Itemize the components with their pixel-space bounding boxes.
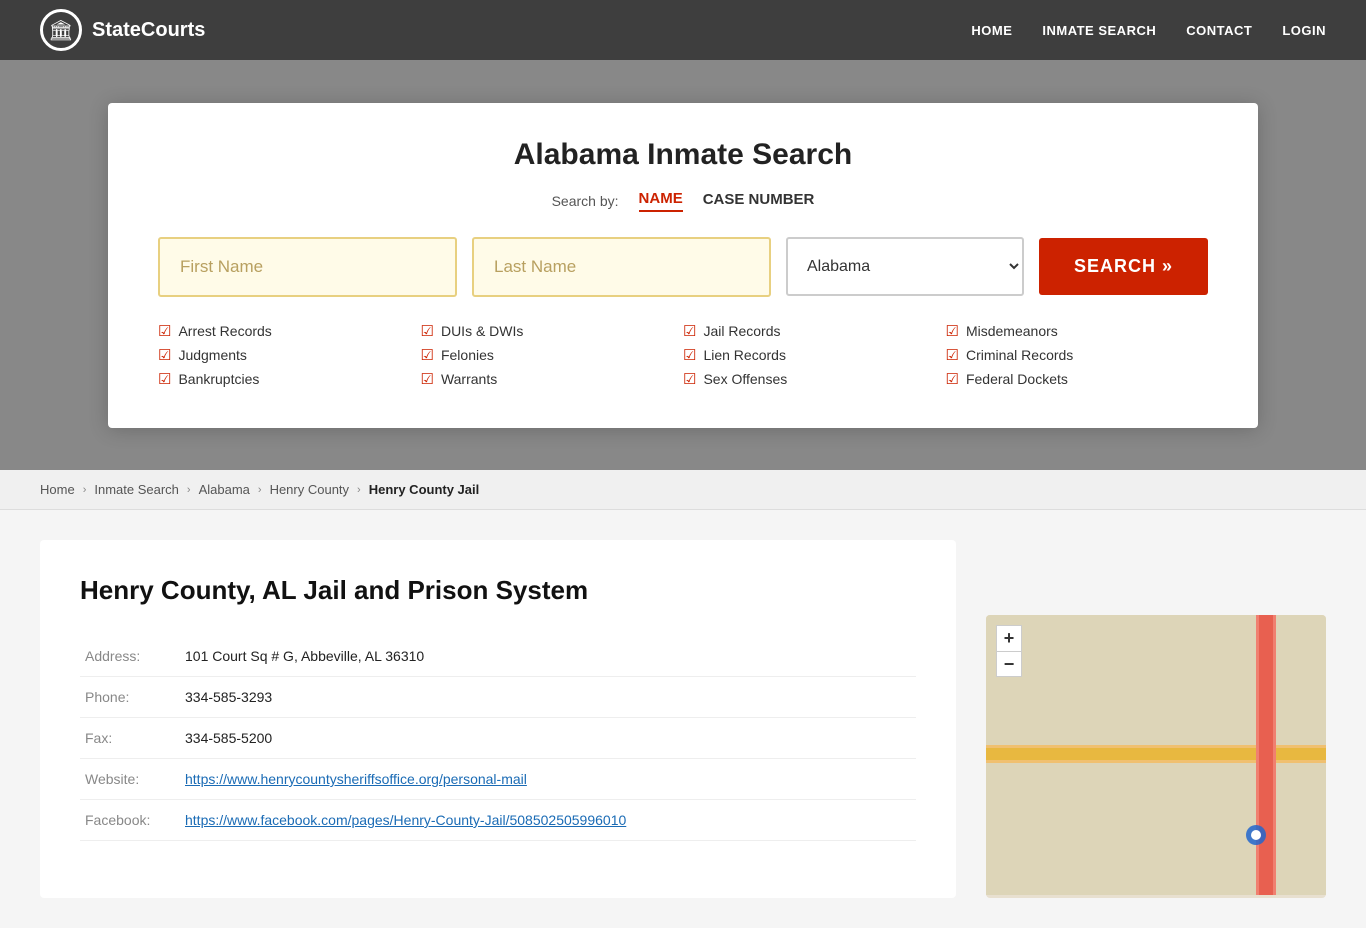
website-link[interactable]: https://www.henrycountysheriffsoffice.or… — [185, 771, 527, 787]
fax-value: 334-585-5200 — [180, 718, 916, 759]
breadcrumb-inmate-search[interactable]: Inmate Search — [94, 482, 179, 497]
nav-contact[interactable]: CONTACT — [1186, 23, 1252, 38]
feature-sex-offenses: ☑ Sex Offenses — [683, 370, 946, 388]
breadcrumb-home[interactable]: Home — [40, 482, 75, 497]
feature-label: Bankruptcies — [178, 371, 259, 387]
map-zoom-out[interactable]: − — [996, 651, 1022, 677]
feature-label: Arrest Records — [178, 323, 271, 339]
logo-text: StateCourts — [92, 19, 205, 42]
feature-arrest-records: ☑ Arrest Records — [158, 322, 421, 340]
nav-login[interactable]: LOGIN — [1282, 23, 1326, 38]
tab-name[interactable]: NAME — [639, 190, 683, 212]
feature-felonies: ☑ Felonies — [421, 346, 684, 364]
fax-row: Fax: 334-585-5200 — [80, 718, 916, 759]
feature-label: Sex Offenses — [703, 371, 787, 387]
breadcrumb-sep: › — [357, 484, 361, 496]
check-icon: ☑ — [946, 346, 959, 364]
check-icon: ☑ — [683, 346, 696, 364]
feature-duis: ☑ DUIs & DWIs — [421, 322, 684, 340]
check-icon: ☑ — [158, 346, 171, 364]
feature-bankruptcies: ☑ Bankruptcies — [158, 370, 421, 388]
check-icon: ☑ — [683, 322, 696, 340]
address-label: Address: — [80, 636, 180, 677]
logo-icon: 🏛 — [40, 9, 82, 51]
facility-title: Henry County, AL Jail and Prison System — [80, 575, 916, 606]
facebook-row: Facebook: https://www.facebook.com/pages… — [80, 800, 916, 841]
check-icon: ☑ — [421, 370, 434, 388]
nav-home[interactable]: HOME — [971, 23, 1012, 38]
hero-section: COURTHOUSE Alabama Inmate Search Search … — [0, 60, 1366, 470]
feature-label: Jail Records — [703, 323, 780, 339]
fax-label: Fax: — [80, 718, 180, 759]
logo[interactable]: 🏛 StateCourts — [40, 9, 205, 51]
phone-row: Phone: 334-585-3293 — [80, 677, 916, 718]
website-row: Website: https://www.henrycountysheriffs… — [80, 759, 916, 800]
facebook-label: Facebook: — [80, 800, 180, 841]
feature-jail-records: ☑ Jail Records — [683, 322, 946, 340]
search-by-row: Search by: NAME CASE NUMBER — [158, 190, 1208, 212]
breadcrumb: Home › Inmate Search › Alabama › Henry C… — [0, 470, 1366, 510]
feature-label: Judgments — [178, 347, 246, 363]
tab-case-number[interactable]: CASE NUMBER — [703, 191, 815, 211]
main-content: Henry County, AL Jail and Prison System … — [0, 510, 1366, 928]
facility-card: Henry County, AL Jail and Prison System … — [40, 540, 956, 898]
feature-label: Criminal Records — [966, 347, 1073, 363]
check-icon: ☑ — [946, 322, 959, 340]
map-container: + − — [986, 615, 1326, 898]
feature-warrants: ☑ Warrants — [421, 370, 684, 388]
address-value: 101 Court Sq # G, Abbeville, AL 36310 — [180, 636, 916, 677]
check-icon: ☑ — [158, 322, 171, 340]
breadcrumb-sep: › — [83, 484, 87, 496]
check-icon: ☑ — [158, 370, 171, 388]
search-title: Alabama Inmate Search — [158, 138, 1208, 172]
feature-judgments: ☑ Judgments — [158, 346, 421, 364]
website-value: https://www.henrycountysheriffsoffice.or… — [180, 759, 916, 800]
breadcrumb-henry-county[interactable]: Henry County — [270, 482, 349, 497]
search-inputs: Alabama Alaska Arizona Arkansas Californ… — [158, 237, 1208, 297]
breadcrumb-alabama[interactable]: Alabama — [199, 482, 250, 497]
feature-label: Federal Dockets — [966, 371, 1068, 387]
map-image — [986, 615, 1326, 895]
feature-misdemeanors: ☑ Misdemeanors — [946, 322, 1209, 340]
breadcrumb-sep: › — [187, 484, 191, 496]
facebook-value: https://www.facebook.com/pages/Henry-Cou… — [180, 800, 916, 841]
check-icon: ☑ — [421, 322, 434, 340]
feature-label: Felonies — [441, 347, 494, 363]
main-nav: HOME INMATE SEARCH CONTACT LOGIN — [971, 23, 1326, 38]
check-icon: ☑ — [946, 370, 959, 388]
feature-criminal-records: ☑ Criminal Records — [946, 346, 1209, 364]
map-zoom-in[interactable]: + — [996, 625, 1022, 651]
phone-value: 334-585-3293 — [180, 677, 916, 718]
check-icon: ☑ — [421, 346, 434, 364]
address-row: Address: 101 Court Sq # G, Abbeville, AL… — [80, 636, 916, 677]
feature-lien-records: ☑ Lien Records — [683, 346, 946, 364]
search-button[interactable]: SEARCH » — [1039, 238, 1208, 295]
search-by-label: Search by: — [552, 193, 619, 209]
search-card: Alabama Inmate Search Search by: NAME CA… — [108, 103, 1258, 428]
map-controls: + − — [996, 625, 1022, 677]
state-select[interactable]: Alabama Alaska Arizona Arkansas Californ… — [786, 237, 1024, 296]
last-name-input[interactable] — [472, 237, 771, 297]
check-icon: ☑ — [683, 370, 696, 388]
first-name-input[interactable] — [158, 237, 457, 297]
facebook-link[interactable]: https://www.facebook.com/pages/Henry-Cou… — [185, 812, 626, 828]
nav-inmate-search[interactable]: INMATE SEARCH — [1042, 23, 1156, 38]
breadcrumb-sep: › — [258, 484, 262, 496]
feature-federal-dockets: ☑ Federal Dockets — [946, 370, 1209, 388]
features-grid: ☑ Arrest Records ☑ DUIs & DWIs ☑ Jail Re… — [158, 322, 1208, 388]
breadcrumb-current: Henry County Jail — [369, 482, 480, 497]
facility-info-table: Address: 101 Court Sq # G, Abbeville, AL… — [80, 636, 916, 841]
feature-label: DUIs & DWIs — [441, 323, 523, 339]
feature-label: Lien Records — [703, 347, 786, 363]
feature-label: Misdemeanors — [966, 323, 1058, 339]
feature-label: Warrants — [441, 371, 497, 387]
phone-label: Phone: — [80, 677, 180, 718]
site-header: 🏛 StateCourts HOME INMATE SEARCH CONTACT… — [0, 0, 1366, 60]
website-label: Website: — [80, 759, 180, 800]
